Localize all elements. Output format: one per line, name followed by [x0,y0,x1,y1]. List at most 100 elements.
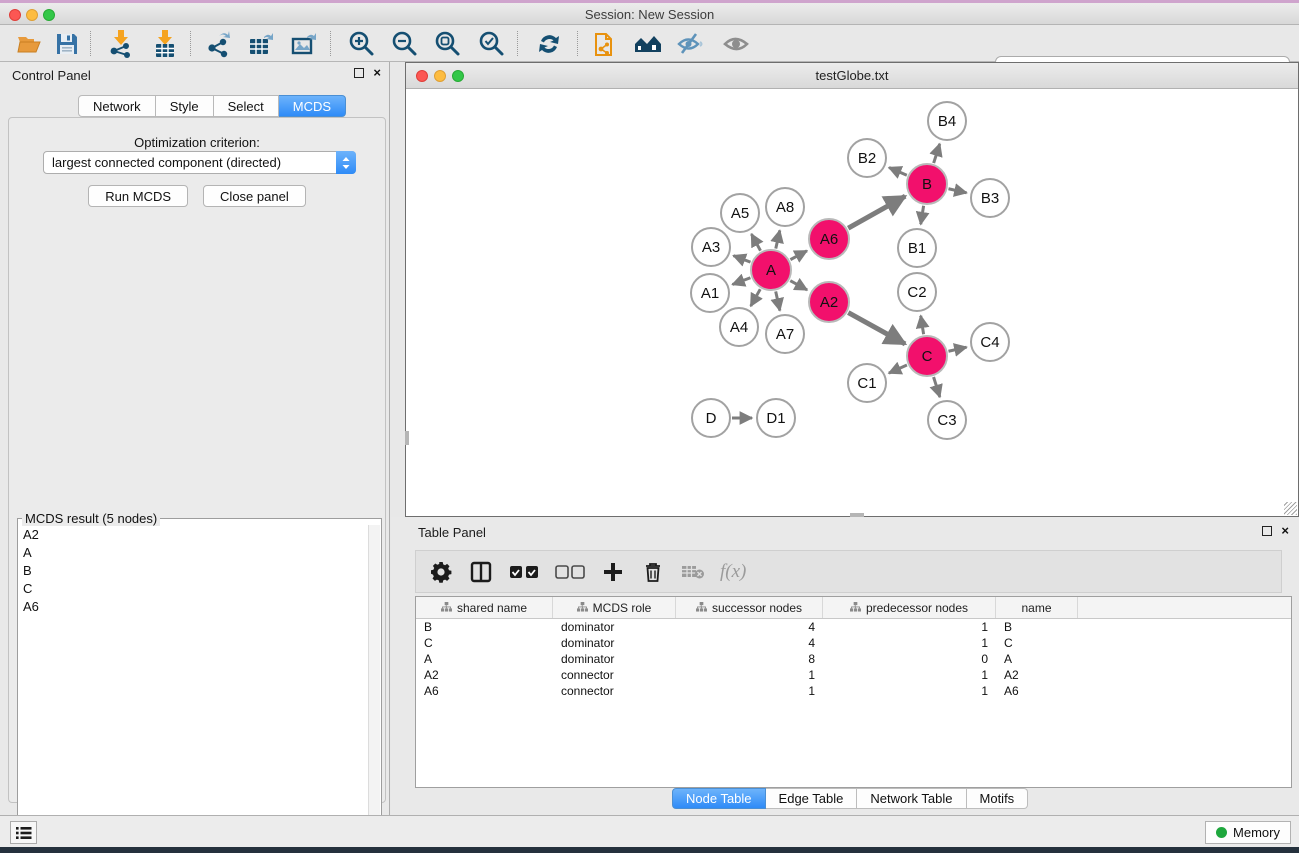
delete-column-icon[interactable] [640,559,666,585]
graph-edge-C-C2[interactable] [921,316,924,335]
graph-edge-C-C1[interactable] [889,365,907,373]
graph-edge-C-C3[interactable] [934,377,940,397]
graph-node-C1[interactable]: C1 [847,363,887,403]
mcds-result-item[interactable]: B [19,561,369,579]
graph-node-C3[interactable]: C3 [927,400,967,440]
zoom-out-icon[interactable] [386,25,424,62]
result-scrollbar[interactable] [368,525,380,853]
close-panel-button[interactable]: Close panel [203,185,306,207]
tab-motifs[interactable]: Motifs [967,788,1029,809]
column-header[interactable]: shared name [416,597,553,618]
graph-node-C4[interactable]: C4 [970,322,1010,362]
column-header[interactable]: MCDS role [553,597,676,618]
close-panel-icon[interactable]: × [373,68,381,78]
select-all-columns-icon[interactable] [508,559,540,585]
graph-node-A5[interactable]: A5 [720,193,760,233]
graph-node-B1[interactable]: B1 [897,228,937,268]
delete-table-icon[interactable] [680,559,706,585]
graph-node-A1[interactable]: A1 [690,273,730,313]
new-network-from-selection-icon[interactable] [587,25,625,62]
zoom-selected-icon[interactable] [473,25,511,62]
tab-mcds[interactable]: MCDS [279,95,346,117]
column-view-icon[interactable] [468,559,494,585]
graph-edge-A-A2[interactable] [790,281,807,290]
graph-edge-A-A1[interactable] [732,278,750,285]
network-window-titlebar[interactable]: testGlobe.txt [406,63,1298,89]
add-column-icon[interactable] [600,559,626,585]
deselect-all-columns-icon[interactable] [554,559,586,585]
graph-edge-A-A7[interactable] [776,291,780,310]
column-header[interactable]: successor nodes [676,597,823,618]
mcds-result-item[interactable]: A6 [19,597,369,615]
float-table-panel-icon[interactable] [1262,526,1272,536]
save-session-icon[interactable] [48,25,86,62]
mcds-result-item[interactable]: C [19,579,369,597]
zoom-in-icon[interactable] [343,25,381,62]
graph-edge-B-B1[interactable] [921,206,924,225]
graph-edge-A-A4[interactable] [751,289,760,306]
graph-edge-B-B2[interactable] [889,168,907,176]
hide-selection-icon[interactable] [672,25,710,62]
graph-node-A[interactable]: A [750,249,792,291]
mcds-result-item[interactable]: A [19,543,369,561]
table-row[interactable]: Bdominator41B [416,619,1291,635]
float-panel-icon[interactable] [354,68,364,78]
export-image-icon[interactable] [286,25,324,62]
gear-icon[interactable] [428,559,454,585]
graph-edge-C-C4[interactable] [948,347,966,351]
tab-style[interactable]: Style [156,95,214,117]
tab-network[interactable]: Network [78,95,156,117]
vertical-scrollbar-notch[interactable] [405,431,409,445]
column-header[interactable]: predecessor nodes [823,597,996,618]
window-resize-grip[interactable] [1284,502,1297,515]
graph-edge-A-A5[interactable] [751,234,760,251]
tab-edge-table[interactable]: Edge Table [766,788,858,809]
graph-node-A3[interactable]: A3 [691,227,731,267]
graph-edge-A-A6[interactable] [790,251,807,260]
show-all-icon[interactable] [717,25,755,62]
tab-node-table[interactable]: Node Table [672,788,766,809]
import-table-icon[interactable] [146,25,184,62]
open-session-icon[interactable] [10,25,48,62]
graph-node-A8[interactable]: A8 [765,187,805,227]
graph-edge-A6-B[interactable] [848,196,905,228]
graph-node-A2[interactable]: A2 [808,281,850,323]
graph-node-A7[interactable]: A7 [765,314,805,354]
graph-node-B[interactable]: B [906,163,948,205]
import-network-icon[interactable] [102,25,140,62]
graph-node-A4[interactable]: A4 [719,307,759,347]
function-builder-icon[interactable]: f(x) [720,561,746,583]
graph-edge-A-A8[interactable] [776,230,780,248]
memory-button[interactable]: Memory [1205,821,1291,844]
graph-node-B2[interactable]: B2 [847,138,887,178]
graph-node-C2[interactable]: C2 [897,272,937,312]
zoom-fit-icon[interactable] [429,25,467,62]
table-row[interactable]: Adominator80A [416,651,1291,667]
run-mcds-button[interactable]: Run MCDS [88,185,188,207]
tab-select[interactable]: Select [214,95,279,117]
tab-network-table[interactable]: Network Table [857,788,966,809]
table-row[interactable]: A6connector11A6 [416,683,1291,699]
graph-edge-A2-C[interactable] [848,313,905,344]
graph-node-B4[interactable]: B4 [927,101,967,141]
export-network-icon[interactable] [200,25,238,62]
mcds-result-item[interactable]: A2 [19,525,369,543]
graph-node-D1[interactable]: D1 [756,398,796,438]
network-canvas[interactable]: A A1 A2 A3 A4 A5 A6 A7 A8 B B1 B2 B3B4 C C1 C2 C3C4 D D1 [406,89,1298,516]
graph-edge-B-B4[interactable] [934,144,940,163]
export-table-icon[interactable] [243,25,281,62]
hidden-panels-button[interactable] [10,821,37,844]
criterion-select[interactable]: largest connected component (directed) [43,151,356,174]
first-neighbors-icon[interactable] [629,25,667,62]
close-table-panel-icon[interactable]: × [1281,526,1289,536]
table-row[interactable]: A2connector11A2 [416,667,1291,683]
column-header[interactable]: name [996,597,1078,618]
graph-node-D[interactable]: D [691,398,731,438]
graph-node-A6[interactable]: A6 [808,218,850,260]
graph-edge-B-B3[interactable] [948,189,966,193]
graph-edge-A-A3[interactable] [733,256,750,263]
graph-node-C[interactable]: C [906,335,948,377]
table-row[interactable]: Cdominator41C [416,635,1291,651]
refresh-layout-icon[interactable] [530,25,568,62]
graph-node-B3[interactable]: B3 [970,178,1010,218]
